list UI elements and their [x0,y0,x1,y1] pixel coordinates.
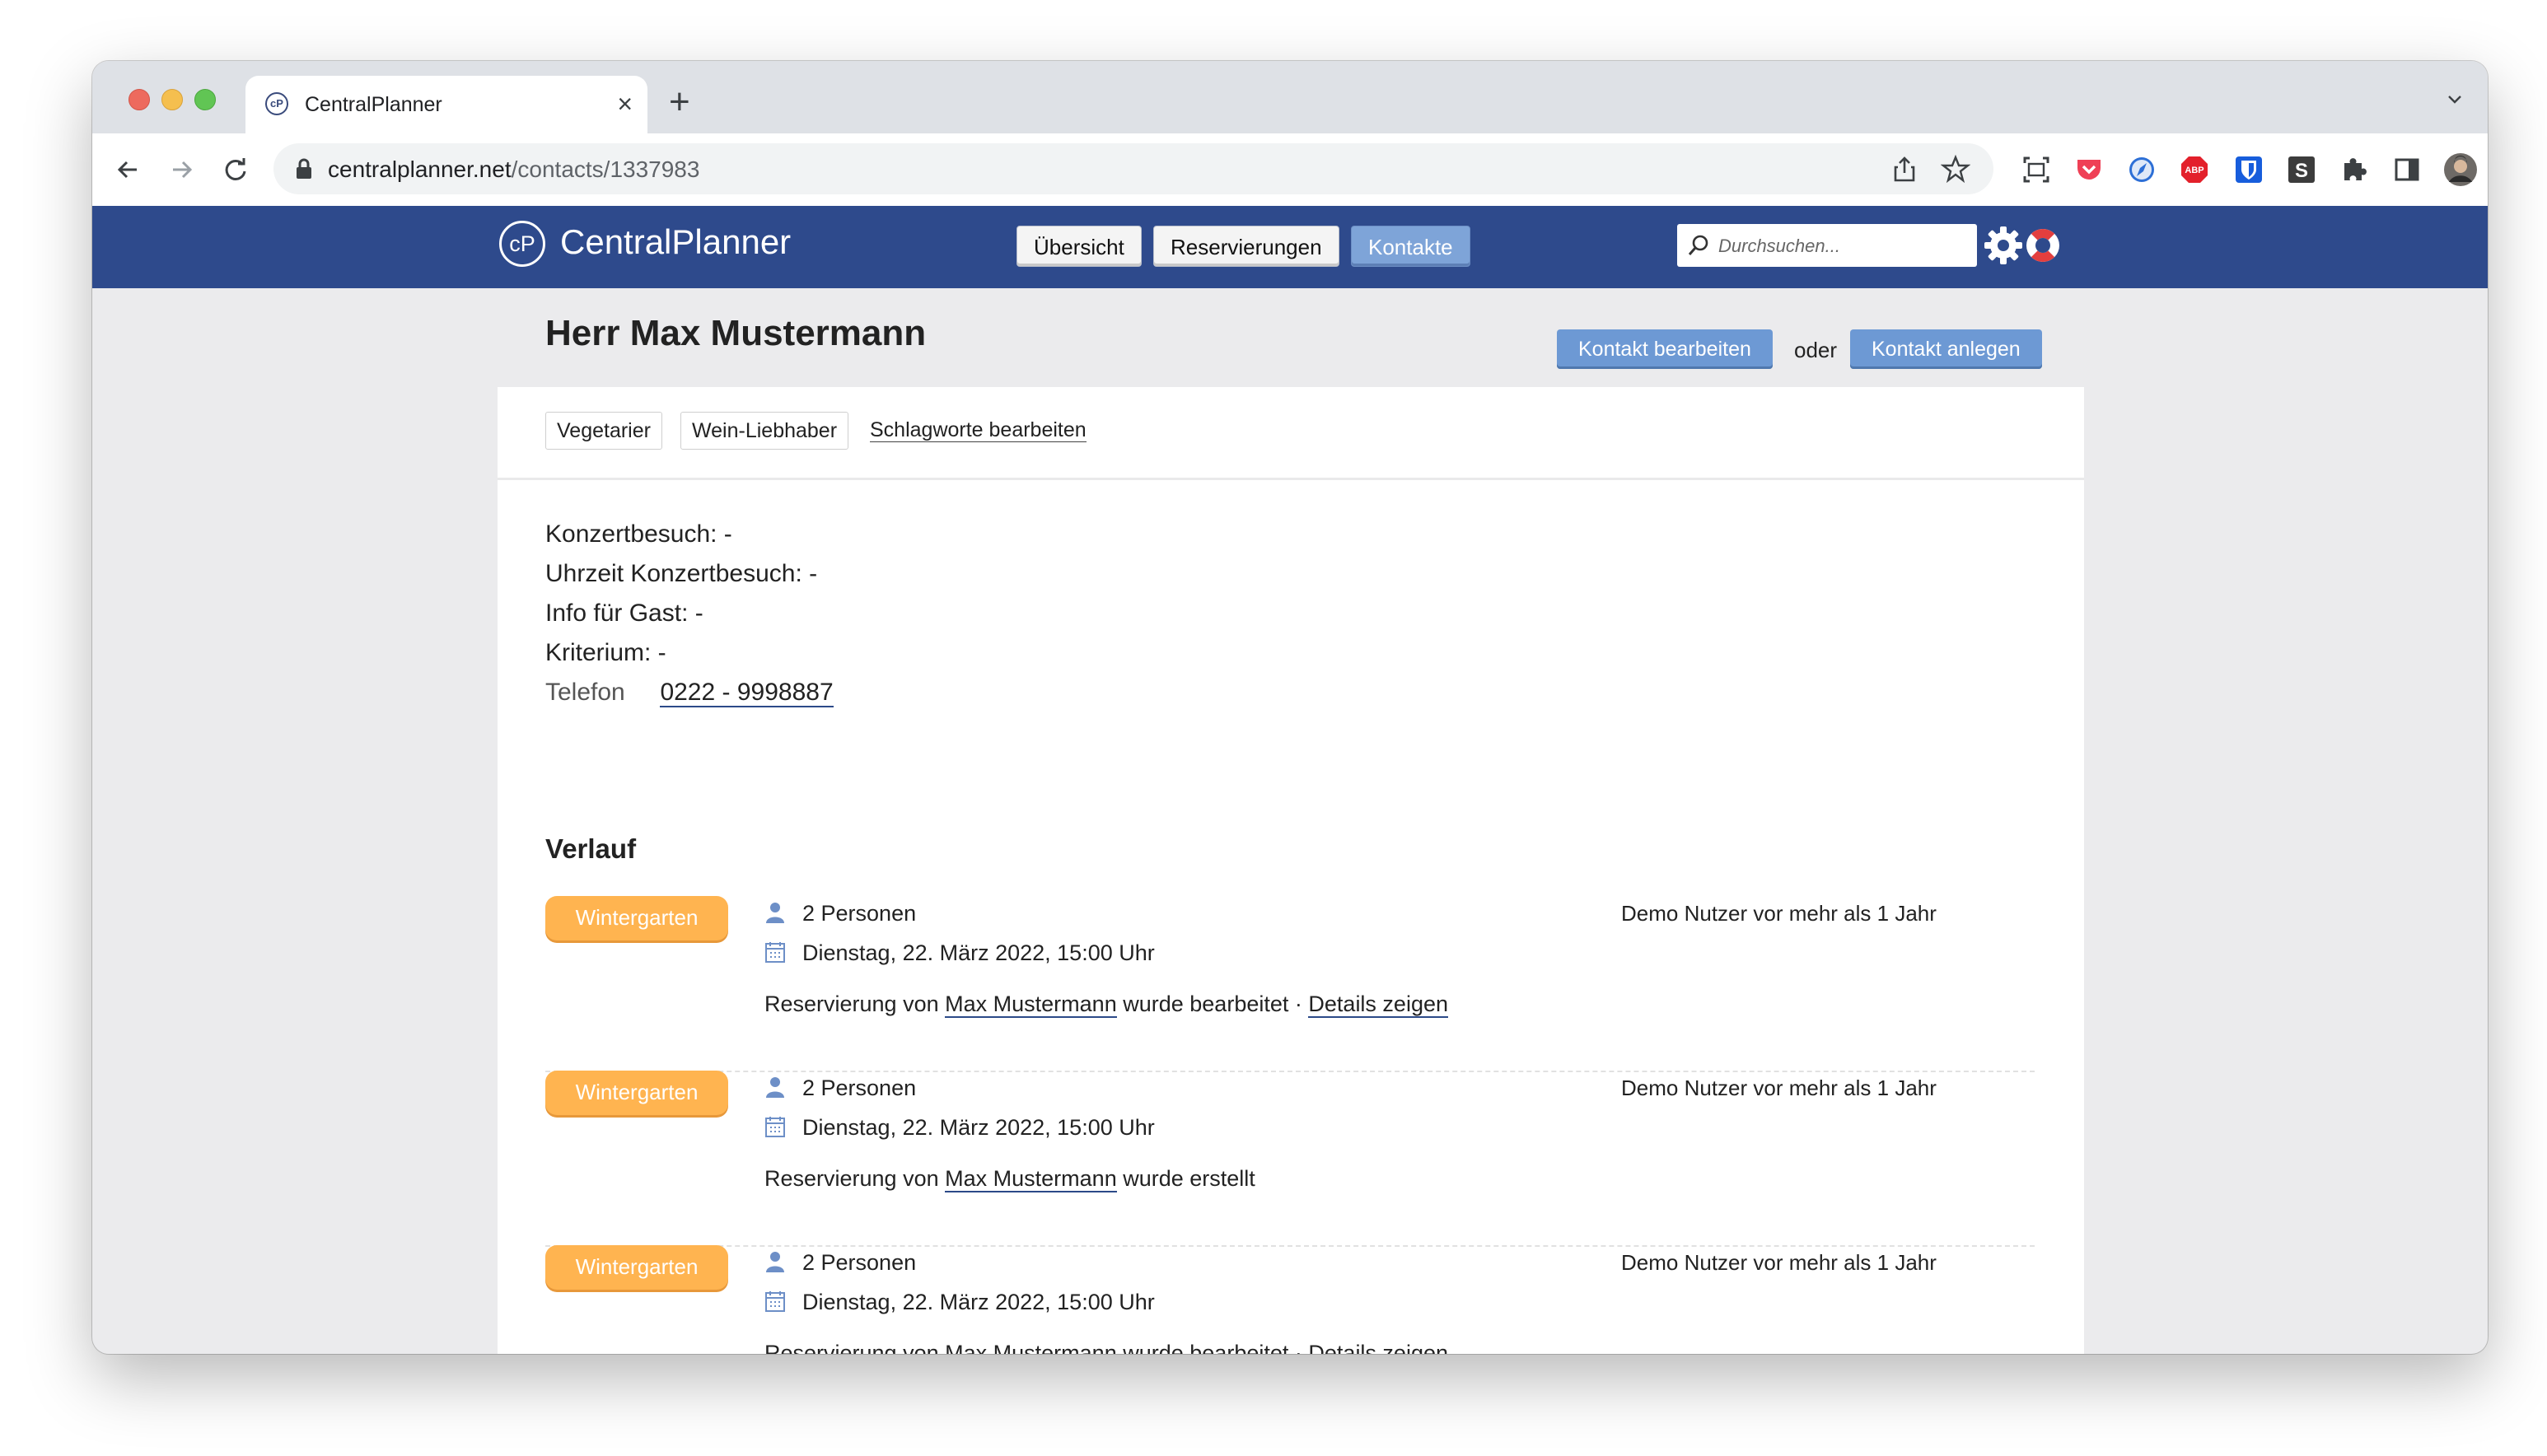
entry-prefix: Reservierung von [764,992,939,1016]
close-window-button[interactable] [129,89,150,110]
room-badge[interactable]: Wintergarten [545,896,728,940]
date-text: Dienstag, 22. März 2022, 15:00 Uhr [802,1115,1155,1140]
tag-vegetarier[interactable]: Vegetarier [545,412,662,450]
history-entry: Wintergarten 2 Personen Dienstag, 22. Mä… [545,1245,2035,1354]
url-text: centralplanner.net/contacts/1337983 [328,156,700,182]
phone-label: Telefon [545,679,625,706]
svg-text:ABP: ABP [2185,166,2204,175]
reload-icon[interactable] [217,152,254,188]
persons-text: 2 Personen [802,1250,917,1275]
persons-text: 2 Personen [802,901,917,926]
nav-reservierungen[interactable]: Reservierungen [1153,226,1339,267]
contact-name-link[interactable]: Max Mustermann [945,1166,1117,1192]
gear-icon[interactable] [1982,224,2025,267]
date-text: Dienstag, 22. März 2022, 15:00 Uhr [802,1290,1155,1314]
entry-description: Reservierung von Max Mustermann wurde er… [764,1166,1255,1192]
room-badge[interactable]: Wintergarten [545,1245,728,1290]
logo-mark[interactable]: cP [499,221,545,267]
details-link[interactable]: Details zeigen [1308,1341,1448,1354]
contact-name-link[interactable]: Max Mustermann [945,992,1117,1018]
forward-arrow-icon[interactable] [163,152,199,188]
entry-meta: Demo Nutzer vor mehr als 1 Jahr [1621,901,1937,926]
field-telefon: Telefon 0222 - 9998887 [545,679,834,707]
field-info-gast: Info für Gast: - [545,600,703,627]
minimize-window-button[interactable] [161,89,183,110]
safari-icon[interactable] [2127,155,2157,184]
entry-action: wurde bearbeitet [1123,992,1289,1016]
favicon-icon: cP [265,92,288,115]
history-entry: Wintergarten 2 Personen Dienstag, 22. Mä… [545,1071,2035,1247]
calendar-icon [765,1291,785,1312]
new-tab-button[interactable]: + [669,82,690,122]
sidebar-icon[interactable] [2392,155,2422,184]
browser-toolbar: centralplanner.net/contacts/1337983 ABP [92,133,2488,207]
calendar-icon [765,942,785,963]
separator-dot: · [1294,1341,1302,1354]
app-header: cP CentralPlanner Übersicht Reservierung… [92,206,2488,288]
maximize-window-button[interactable] [194,89,216,110]
calendar-icon [765,1117,785,1137]
screenshot-icon[interactable] [2021,155,2051,184]
or-text: oder [1794,338,1838,362]
entry-description: Reservierung von Max Mustermann wurde be… [764,992,1448,1018]
entry-prefix: Reservierung von [764,1341,939,1354]
contact-name-link[interactable]: Max Mustermann [945,1341,1117,1354]
room-badge[interactable]: Wintergarten [545,1071,728,1115]
field-uhrzeit-konzertbesuch: Uhrzeit Konzertbesuch: - [545,560,818,587]
tag-wein-liebhaber[interactable]: Wein-Liebhaber [680,412,849,450]
tab-close-icon[interactable]: × [617,87,633,120]
chevron-down-icon[interactable] [2445,89,2465,109]
search-box [1677,224,1977,267]
lifebuoy-icon[interactable] [2023,226,2063,265]
adblock-icon[interactable]: ABP [2180,155,2209,184]
tab-title: CentralPlanner [305,93,442,116]
entry-action: wurde bearbeitet [1123,1341,1289,1354]
person-icon [766,1252,784,1272]
create-contact-button[interactable]: Kontakt anlegen [1850,329,2042,369]
profile-avatar[interactable] [2443,152,2478,187]
browser-window: cP CentralPlanner × + centralplanner.net… [92,61,2488,1354]
search-input[interactable] [1717,229,1967,264]
search-icon [1688,235,1708,255]
back-arrow-icon[interactable] [110,152,147,188]
logo-text[interactable]: CentralPlanner [560,222,791,262]
entry-meta: Demo Nutzer vor mehr als 1 Jahr [1621,1076,1937,1100]
share-icon[interactable] [1891,155,1918,183]
tag-bar: Vegetarier Wein-Liebhaber Schlagworte be… [498,387,2084,480]
date-text: Dienstag, 22. März 2022, 15:00 Uhr [802,940,1155,965]
entry-meta: Demo Nutzer vor mehr als 1 Jahr [1621,1250,1937,1275]
address-bar[interactable]: centralplanner.net/contacts/1337983 [273,143,1993,194]
entry-description: Reservierung von Max Mustermann wurde be… [764,1341,1448,1354]
history-title: Verlauf [545,833,637,864]
entry-prefix: Reservierung von [764,1166,939,1191]
nav-uebersicht[interactable]: Übersicht [1016,226,1142,267]
puzzle-icon[interactable] [2339,155,2369,184]
field-kriterium: Kriterium: - [545,639,666,666]
history-entry: Wintergarten 2 Personen Dienstag, 22. Mä… [545,896,2035,1072]
pocket-icon[interactable] [2074,155,2104,184]
entry-action: wurde erstellt [1123,1166,1255,1191]
lock-icon [297,158,311,179]
tab-strip: cP CentralPlanner × + [92,61,2488,133]
persons-text: 2 Personen [802,1076,917,1100]
edit-contact-button[interactable]: Kontakt bearbeiten [1557,329,1773,369]
bookmark-star-icon[interactable] [1941,154,1970,184]
nav-kontakte[interactable]: Kontakte [1351,226,1470,267]
svg-text:S: S [2295,160,2308,182]
details-link[interactable]: Details zeigen [1308,992,1448,1018]
page-title: Herr Max Mustermann [545,313,927,353]
contact-panel: Vegetarier Wein-Liebhaber Schlagworte be… [498,387,2084,1354]
s-extension-icon[interactable]: S [2287,155,2316,184]
person-icon [766,903,784,923]
bitwarden-icon[interactable] [2234,155,2264,184]
separator-dot: · [1294,992,1302,1016]
field-konzertbesuch: Konzertbesuch: - [545,520,732,548]
edit-tags-link[interactable]: Schlagworte bearbeiten [870,418,1087,442]
person-icon [766,1077,784,1098]
phone-link[interactable]: 0222 - 9998887 [660,679,834,707]
browser-tab[interactable]: cP CentralPlanner × [245,76,647,133]
